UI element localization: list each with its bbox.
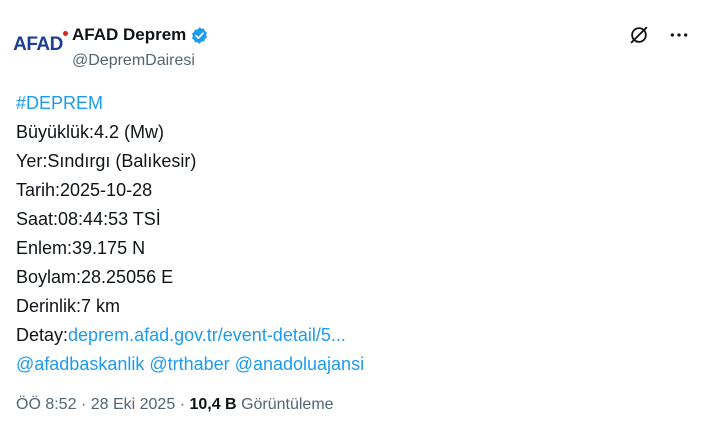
hashtag-link[interactable]: #DEPREM <box>16 93 103 113</box>
afad-logo: AFAD <box>13 31 68 56</box>
tweet-card: AFAD AFAD Deprem @DepremDairesi #DEPREM … <box>0 0 705 432</box>
display-name[interactable]: AFAD Deprem <box>72 25 186 45</box>
more-dots-icon[interactable] <box>667 23 691 47</box>
tweet-time[interactable]: ÖÖ 8:52 <box>16 396 76 413</box>
grok-icon[interactable] <box>627 23 651 47</box>
views-count: 10,4 B <box>189 396 237 413</box>
mentions-line: @afadbaskanlik @trthaber @anadoluajansi <box>16 350 686 379</box>
time-line: Saat:08:44:53 TSİ <box>16 209 161 229</box>
tweet-text: #DEPREM Büyüklük:4.2 (Mw) Yer:Sındırgı (… <box>16 89 686 379</box>
author-names: AFAD Deprem @DepremDairesi <box>72 24 209 70</box>
meta-separator: · <box>179 396 186 413</box>
avatar[interactable]: AFAD <box>13 26 68 64</box>
avatar-logo-text: AFAD <box>13 34 63 55</box>
detail-label: Detay: <box>16 325 69 345</box>
longitude-line: Boylam:28.25056 E <box>16 267 174 287</box>
depth-line: Derinlik:7 km <box>16 296 121 316</box>
location-line: Yer:Sındırgı (Balıkesir) <box>16 151 197 171</box>
mention-afadbaskanlik[interactable]: @afadbaskanlik <box>16 354 144 374</box>
meta-separator: · <box>80 396 87 413</box>
verified-badge-icon <box>190 26 209 45</box>
display-name-row: AFAD Deprem <box>72 24 209 46</box>
mention-trthaber[interactable]: @trthaber <box>149 354 229 374</box>
views-label: Görüntüleme <box>241 396 334 413</box>
detail-line: Detay:deprem.afad.gov.tr/event-detail/5.… <box>16 321 686 350</box>
magnitude-line: Büyüklük:4.2 (Mw) <box>16 122 165 142</box>
latitude-line: Enlem:39.175 N <box>16 238 146 258</box>
user-handle[interactable]: @DepremDairesi <box>72 52 209 70</box>
detail-link[interactable]: deprem.afad.gov.tr/event-detail/5... <box>68 325 346 345</box>
logo-accent-dot <box>62 31 68 36</box>
date-line: Tarih:2025-10-28 <box>16 180 153 200</box>
mention-anadoluajansi[interactable]: @anadoluajansi <box>235 354 364 374</box>
tweet-date[interactable]: 28 Eki 2025 <box>91 396 176 413</box>
tweet-meta: ÖÖ 8:52 · 28 Eki 2025 · 10,4 B Görüntüle… <box>16 396 334 414</box>
tweet-header: AFAD AFAD Deprem @DepremDairesi <box>13 18 691 72</box>
